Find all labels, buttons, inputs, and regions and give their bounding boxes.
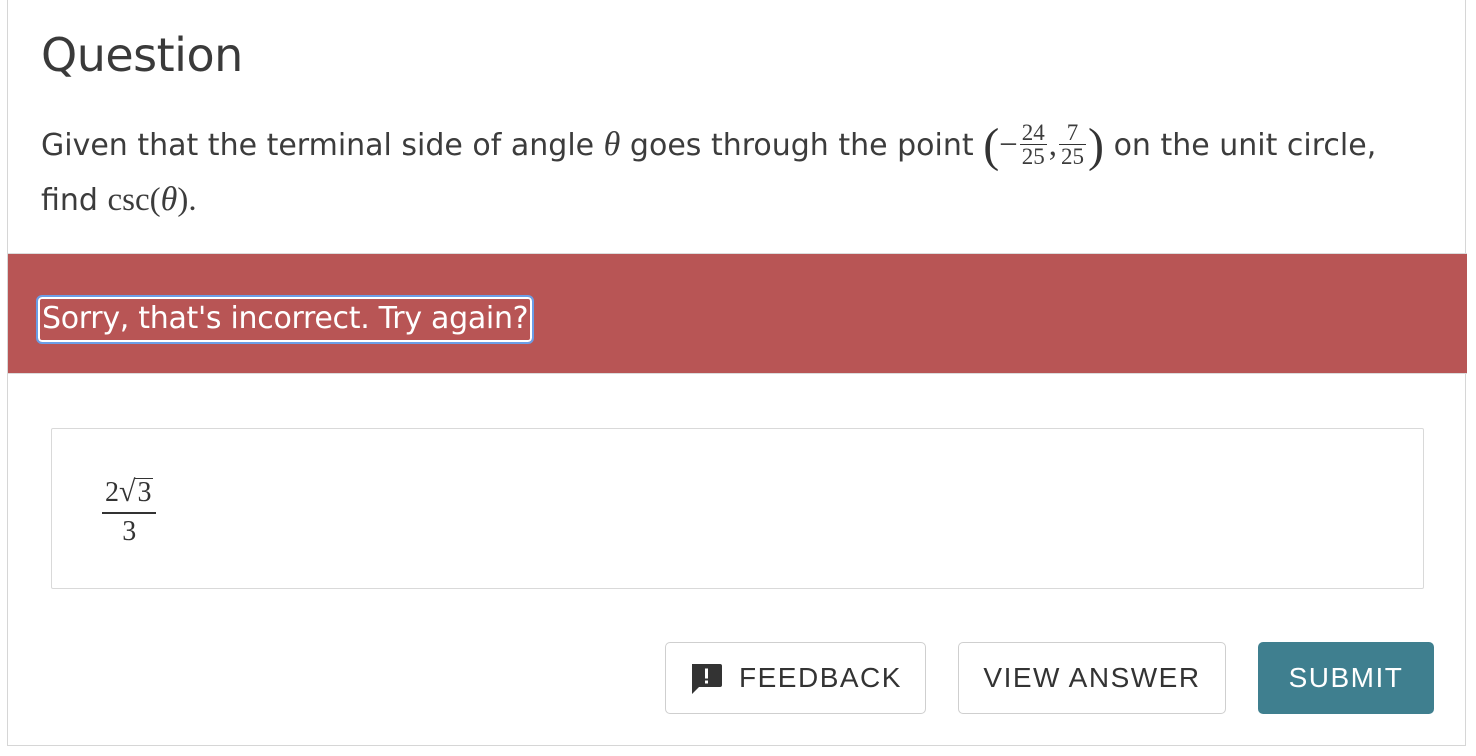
question-heading: Question xyxy=(41,28,243,82)
y-fraction: 7 25 xyxy=(1059,121,1087,169)
x-denominator: 25 xyxy=(1021,144,1045,169)
answer-numerator: 2√3 xyxy=(102,475,157,514)
x-numerator: 24 xyxy=(1019,120,1047,145)
answer-fraction: 2√3 3 xyxy=(102,475,157,547)
csc-function: csc(θ). xyxy=(107,181,197,218)
view-answer-button[interactable]: VIEW ANSWER xyxy=(958,642,1226,714)
prompt-text-4: find xyxy=(41,183,98,218)
incorrect-feedback-banner: Sorry, that's incorrect. Try again? xyxy=(8,253,1467,374)
prompt-text-1: Given that the terminal side of angle xyxy=(41,128,595,163)
theta-symbol-2: θ xyxy=(160,181,178,218)
feedback-button-label: FEEDBACK xyxy=(739,662,902,693)
y-numerator: 7 xyxy=(1059,121,1087,145)
answer-input[interactable]: 2√3 3 xyxy=(51,428,1424,589)
x-fraction: 24 25 xyxy=(1019,120,1047,169)
close-paren: ) xyxy=(1088,119,1105,172)
submit-button[interactable]: SUBMIT xyxy=(1258,642,1434,714)
submit-label: SUBMIT xyxy=(1288,662,1404,693)
answer-denominator: 3 xyxy=(122,516,137,547)
comment-alert-icon xyxy=(689,661,723,695)
prompt-text-2: goes through the point xyxy=(629,128,974,163)
feedback-message[interactable]: Sorry, that's incorrect. Try again? xyxy=(35,295,535,344)
feedback-button[interactable]: FEEDBACK xyxy=(665,642,926,714)
question-prompt: Given that the terminal side of angle θ … xyxy=(41,118,1441,228)
view-answer-label: VIEW ANSWER xyxy=(983,662,1201,693)
csc-close: ). xyxy=(177,182,197,218)
answer-coefficient: 2 xyxy=(105,477,119,508)
square-root: √3 xyxy=(119,475,154,508)
radical-sign: √ xyxy=(119,475,136,508)
y-denominator: 25 xyxy=(1061,144,1085,169)
csc-open: csc( xyxy=(107,182,161,218)
point-coordinates: (− 24 25, 7 25) xyxy=(983,121,1104,170)
radicand: 3 xyxy=(135,477,154,508)
prompt-text-3: on the unit circle, xyxy=(1113,128,1377,163)
x-sign: − xyxy=(999,127,1018,163)
open-paren: ( xyxy=(983,119,1000,172)
question-card: Question Given that the terminal side of… xyxy=(7,0,1467,746)
coordinate-comma: , xyxy=(1048,127,1058,163)
theta-symbol: θ xyxy=(603,126,621,163)
